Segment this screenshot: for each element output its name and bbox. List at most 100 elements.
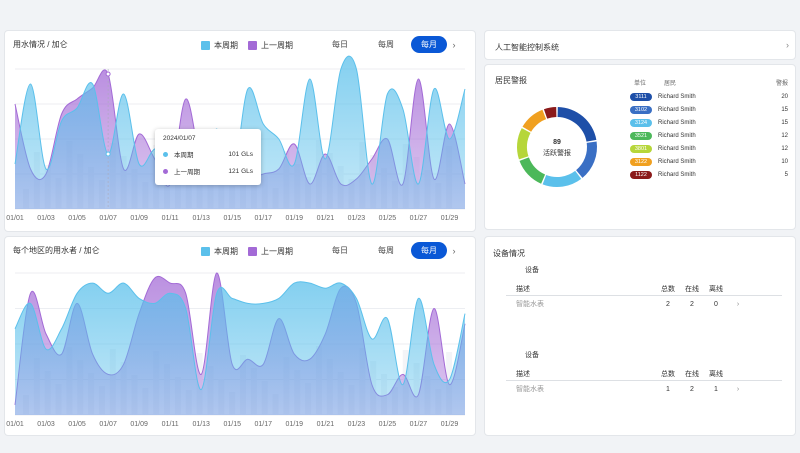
unit-badge: 3102 (630, 105, 652, 114)
col-online: 在线 (685, 285, 699, 293)
x-tick-label: 01/11 (162, 421, 179, 428)
tooltip-current-label: 本周期 (174, 152, 194, 159)
resident-name: Richard Smith (658, 119, 696, 126)
col-description: 描述 (516, 285, 530, 293)
col-description: 描述 (516, 370, 530, 378)
alert-count: 15 (781, 106, 788, 113)
alerts-list: 单位 居民 警报 3111 Richard Smith 20 3102 Richard … (628, 78, 788, 181)
x-tick-label: 01/13 (192, 421, 210, 428)
alerts-donut-chart (517, 107, 597, 187)
devices-title: 设备情况 (493, 249, 525, 258)
x-tick-label: 01/07 (99, 421, 117, 428)
x-tick-label: 01/17 (255, 421, 273, 428)
device-online: 2 (690, 385, 694, 393)
donut-slice-3521 (519, 157, 546, 184)
x-tick-label: 01/01 (6, 215, 24, 222)
donut-center-value: 89 (553, 139, 561, 146)
alert-count: 10 (781, 158, 788, 165)
alert-count: 20 (781, 93, 788, 100)
alert-row[interactable]: 3102 Richard Smith 15 (628, 103, 788, 116)
x-tick-label: 01/03 (37, 215, 55, 222)
tooltip-date: 2024/01/07 (163, 135, 196, 142)
alert-count: 15 (781, 119, 788, 126)
area-current (15, 281, 465, 415)
ai-control-title: 人工智能控制系统 (495, 43, 559, 52)
alerts-header-count: 警报 (775, 81, 788, 87)
alert-row[interactable]: 3521 Richard Smith 12 (628, 129, 788, 142)
alerts-header-resident: 居民 (664, 81, 677, 87)
col-total: 总数 (661, 285, 675, 293)
device-table-2-header: 描述 总数 在线 离线 (506, 367, 782, 381)
x-tick-label: 01/15 (223, 215, 241, 222)
x-tick-label: 01/17 (255, 215, 273, 222)
unit-badge: 3124 (630, 118, 652, 127)
resident-name: Richard Smith (658, 158, 696, 165)
col-online: 在线 (685, 370, 699, 378)
alert-row[interactable]: 3122 Richard Smith 10 (628, 155, 788, 168)
x-tick-label: 01/01 (6, 421, 24, 428)
device-total: 1 (666, 385, 670, 393)
x-tick-label: 01/11 (162, 215, 179, 222)
unit-badge: 3111 (630, 92, 652, 101)
ai-control-card[interactable]: 人工智能控制系统 › (484, 30, 796, 60)
col-total: 总数 (661, 370, 675, 378)
donut-slice-3102 (576, 141, 597, 178)
x-tick-label: 01/23 (348, 421, 366, 428)
tooltip-previous-label: 上一周期 (174, 169, 200, 176)
x-tick-label: 01/23 (348, 215, 366, 222)
device-row[interactable]: 智能水表 2 2 0 › (506, 297, 782, 311)
device-online: 2 (690, 300, 694, 308)
alerts-list-header: 单位 居民 警报 (628, 78, 788, 87)
resident-name: Richard Smith (658, 106, 696, 113)
resident-name: Richard Smith (658, 93, 696, 100)
device-offline: 0 (714, 300, 718, 308)
device-row[interactable]: 智能水表 1 2 1 › (506, 382, 782, 396)
alert-count: 12 (781, 132, 788, 139)
alerts-rows: 3111 Richard Smith 20 3102 Richard Smith 15 31… (628, 90, 788, 181)
x-tick-label: 01/03 (37, 421, 55, 428)
x-tick-label: 01/15 (223, 421, 241, 428)
alerts-header-unit: 单位 (634, 81, 647, 87)
x-tick-label: 01/19 (286, 215, 304, 222)
donut-slice-3124 (542, 170, 582, 187)
region-users-card: 每个地区的用水者 / 加仑 本周期 上一周期 每日 每周 每月 › 01/01 0… (4, 236, 476, 436)
chevron-right-icon[interactable]: › (786, 40, 789, 50)
alert-count: 12 (781, 145, 788, 152)
tooltip-row-previous: 上一周期 121 GLs (163, 166, 253, 176)
tooltip-previous-value: 121 GLs (228, 167, 253, 175)
tooltip-point (105, 151, 111, 157)
x-tick-label: 01/29 (441, 215, 459, 222)
x-tick-label: 01/25 (379, 421, 397, 428)
alert-count: 5 (784, 171, 788, 178)
resident-name: Richard Smith (658, 132, 696, 139)
alert-row[interactable]: 3111 Richard Smith 20 (628, 90, 788, 103)
chart-tooltip: 2024/01/07 本周期 101 GLs 上一周期 121 GLs (155, 129, 261, 185)
x-tick-label: 01/05 (68, 215, 86, 222)
col-offline: 离线 (709, 285, 723, 293)
device-section-2-title: 设备 (525, 352, 539, 359)
chevron-right-icon[interactable]: › (728, 386, 748, 393)
unit-badge: 3521 (630, 131, 652, 140)
chart2-plot: 01/01 01/03 01/05 01/07 01/09 01/11 01/13 01/15… (6, 272, 466, 428)
x-tick-label: 01/21 (317, 421, 335, 428)
alert-row[interactable]: 3801 Richard Smith 12 (628, 142, 788, 155)
donut-slice-1122 (543, 107, 557, 119)
x-tick-label: 01/09 (130, 215, 148, 222)
x-tick-label: 01/07 (99, 215, 117, 222)
chevron-right-icon[interactable]: › (728, 301, 748, 308)
tooltip-previous-dot (163, 168, 168, 174)
x-tick-label: 01/13 (192, 215, 210, 222)
alert-row[interactable]: 1122 Richard Smith 5 (628, 168, 788, 181)
device-table-2: 描述 总数 在线 离线 智能水表 1 2 1 › (506, 367, 782, 396)
resident-name: Richard Smith (658, 145, 696, 152)
alerts-title: 居民警报 (495, 76, 527, 85)
x-tick-label: 01/25 (379, 215, 397, 222)
device-table-1: 描述 总数 在线 离线 智能水表 2 2 0 › (506, 282, 782, 311)
x-tick-label: 01/05 (68, 421, 86, 428)
unit-badge: 3122 (630, 157, 652, 166)
device-offline: 1 (714, 385, 718, 393)
donut-slice-3111 (557, 107, 597, 142)
donut-center-label: 活跃警报 (543, 150, 571, 157)
tooltip-row-current: 本周期 101 GLs (163, 149, 253, 159)
alert-row[interactable]: 3124 Richard Smith 15 (628, 116, 788, 129)
